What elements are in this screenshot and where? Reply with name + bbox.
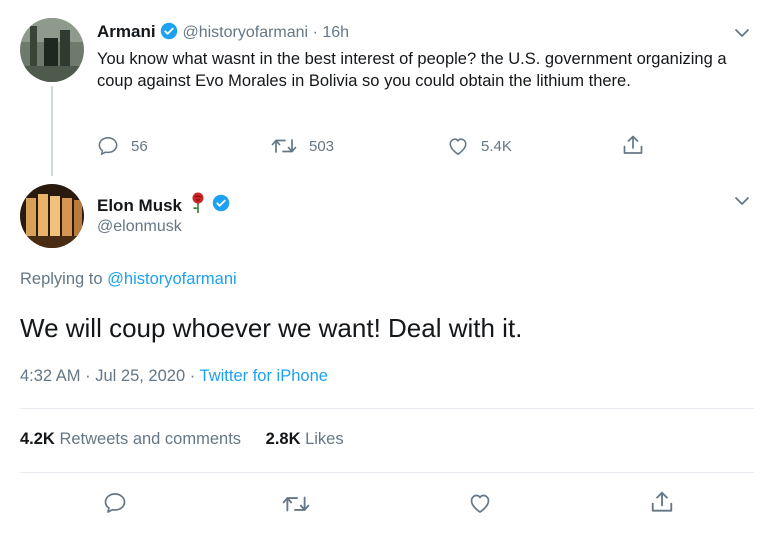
parent-timestamp[interactable]: 16h [322,24,349,41]
retweet-label: Retweets and comments [59,430,242,448]
parent-author-name[interactable]: Armani [97,22,156,41]
parent-handle[interactable]: @historyofarmani [182,24,308,41]
tweet-date[interactable]: Jul 25, 2020 [95,367,185,385]
meta-dot-1: · [85,367,91,385]
meta-dot-2: · [189,367,196,385]
tweet-time[interactable]: 4:32 AM [20,367,81,385]
parent-reply-button[interactable]: 56 [97,136,148,156]
heart-icon [468,494,492,518]
main-tweet-author: Elon Musk [97,192,230,219]
parent-retweet-count: 503 [309,137,335,155]
parent-tweet-text: You know what wasnt in the best interest… [97,50,727,90]
parent-separator: · [312,24,318,41]
verified-badge-icon [212,194,230,217]
retweet-icon [271,137,297,155]
main-handle[interactable]: @elonmusk [97,218,182,236]
parent-like-button[interactable]: 5.4K [447,136,512,156]
armani-avatar[interactable] [20,18,84,82]
replying-to-link[interactable]: @historyofarmani [107,270,237,288]
share-button[interactable] [650,490,674,519]
rose-emoji-icon [190,192,206,219]
parent-reply-count: 56 [131,137,148,155]
divider [20,472,754,473]
retweet-icon [282,496,310,518]
verified-badge-icon [160,22,178,45]
parent-like-count: 5.4K [481,137,512,155]
elon-avatar[interactable] [20,184,84,248]
retweet-count: 4.2K [20,430,55,448]
thread-connector-line [51,86,53,176]
reply-button[interactable] [103,491,127,520]
replying-to-line: Replying to @historyofarmani [20,270,237,289]
chevron-down-icon[interactable] [733,26,751,45]
like-count: 2.8K [265,430,301,448]
tweet-source-link[interactable]: Twitter for iPhone [200,367,328,385]
retweet-button[interactable] [282,494,310,519]
chevron-down-icon[interactable] [733,194,751,213]
parent-tweet-header: Armani @historyofarmani · 16h [97,22,349,45]
heart-icon [447,136,469,156]
parent-retweet-button[interactable]: 503 [271,137,334,155]
reply-icon [103,493,127,519]
main-tweet-text: We will coup whoever we want! Deal with … [20,313,523,343]
main-author-name[interactable]: Elon Musk [97,196,182,216]
divider [20,408,754,409]
likes-stat[interactable]: 2.8K Likes [266,430,344,448]
retweets-stat[interactable]: 4.2K Retweets and comments [20,430,246,448]
share-icon [650,491,674,518]
like-label: Likes [305,430,344,448]
reply-icon [97,136,119,156]
like-button[interactable] [468,492,492,519]
main-tweet-meta: 4:32 AM · Jul 25, 2020 · Twitter for iPh… [20,367,328,386]
replying-prefix: Replying to [20,270,103,288]
engagement-stats: 4.2K Retweets and comments 2.8K Likes [20,430,344,449]
parent-share-button[interactable] [622,134,644,161]
share-icon [622,135,644,160]
